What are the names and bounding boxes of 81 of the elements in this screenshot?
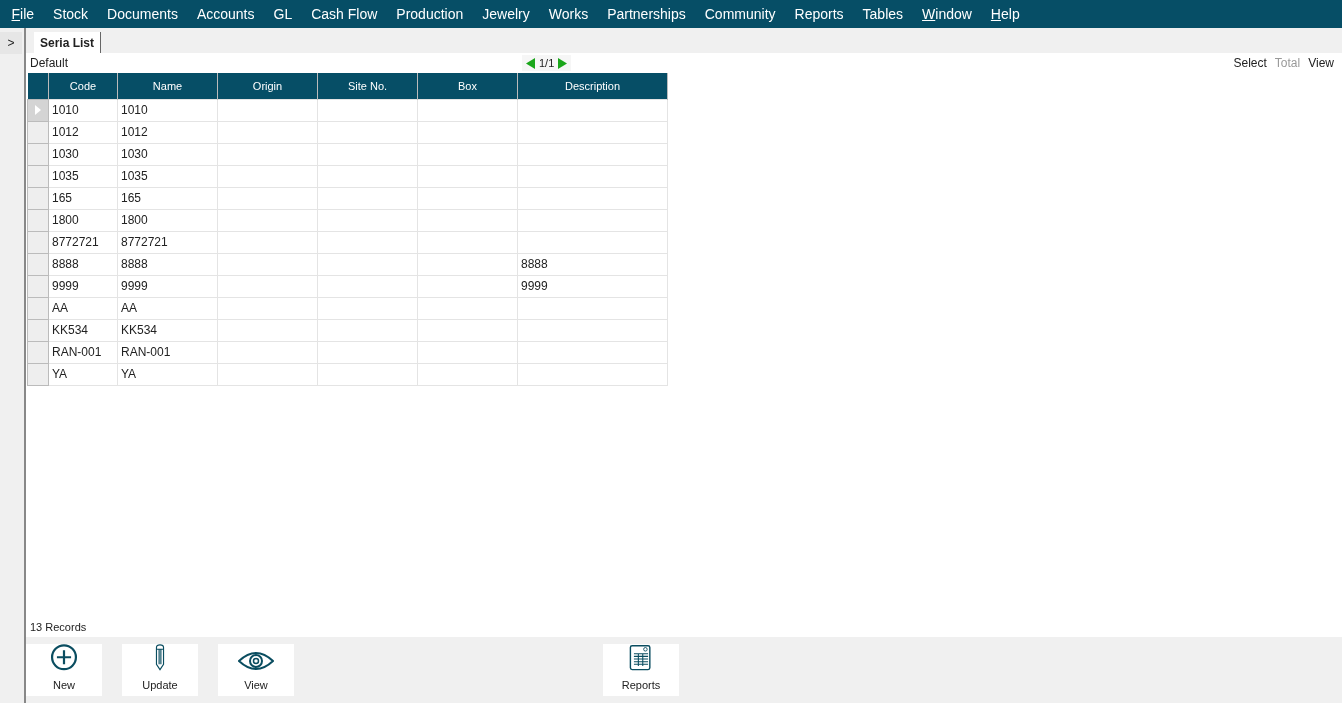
- menu-item[interactable]: Community: [695, 3, 786, 25]
- row-pointer-icon: [35, 105, 41, 115]
- menu-item[interactable]: Reports: [785, 3, 854, 25]
- view-action-link[interactable]: View: [1304, 54, 1338, 72]
- table-cell: 8772721: [52, 235, 99, 249]
- row-header[interactable]: [27, 143, 49, 165]
- menu-item[interactable]: Cash Flow: [301, 3, 387, 25]
- row-header[interactable]: [27, 209, 49, 231]
- row-header[interactable]: [27, 99, 49, 121]
- table-cell: 1030: [121, 147, 148, 161]
- menu-item[interactable]: Works: [539, 3, 598, 25]
- table-cell: 8888: [121, 257, 148, 271]
- row-header[interactable]: [27, 275, 49, 297]
- table-cell: 165: [121, 191, 142, 205]
- previous-icon[interactable]: [525, 57, 535, 69]
- table-cell: AA: [121, 301, 137, 315]
- tab[interactable]: Seria List: [34, 32, 102, 53]
- table-cell: YA: [52, 367, 68, 381]
- pencil-icon: [154, 644, 166, 671]
- table-cell: 1800: [121, 213, 148, 227]
- table-cell: KK534: [52, 323, 89, 337]
- menu-item[interactable]: Stock: [43, 3, 98, 25]
- column-header[interactable]: Code: [48, 73, 118, 99]
- menu-item[interactable]: Window: [912, 3, 982, 25]
- table-cell: YA: [121, 367, 137, 381]
- table-cell: 9999: [521, 279, 548, 293]
- menu-item[interactable]: Help: [981, 3, 1030, 25]
- plus-circle-icon: [49, 644, 79, 671]
- record-count: 13 Records: [29, 619, 88, 635]
- new-button[interactable]: New: [26, 644, 102, 696]
- page-number: 1/1: [538, 55, 555, 71]
- table-cell: RAN-001: [52, 345, 102, 359]
- eye-icon: [238, 650, 274, 671]
- view-button[interactable]: View: [218, 644, 294, 696]
- table-cell: 1012: [52, 125, 79, 139]
- update-button[interactable]: Update: [122, 644, 198, 696]
- reports-button[interactable]: Reports: [603, 644, 679, 696]
- menu-item[interactable]: Jewelry: [472, 3, 540, 25]
- row-header[interactable]: [27, 297, 49, 319]
- menu-item[interactable]: Accounts: [187, 3, 264, 25]
- view-action-link[interactable]: Select: [1229, 54, 1271, 72]
- menu-item[interactable]: Documents: [97, 3, 188, 25]
- menu-item[interactable]: Production: [386, 3, 473, 25]
- column-header[interactable]: Origin: [217, 73, 318, 99]
- column-header[interactable]: Description: [517, 73, 668, 99]
- column-header[interactable]: Box: [417, 73, 518, 99]
- view-name: Default: [30, 55, 69, 72]
- table-cell: RAN-001: [121, 345, 171, 359]
- table-cell: AA: [52, 301, 68, 315]
- next-icon[interactable]: [558, 57, 568, 69]
- report-document-icon: [628, 644, 654, 671]
- menu-item[interactable]: Partnerships: [597, 3, 696, 25]
- table-cell: 1035: [52, 169, 79, 183]
- table-cell: 1030: [52, 147, 79, 161]
- table-cell: 1012: [121, 125, 148, 139]
- table-cell: 1010: [52, 103, 79, 117]
- row-header[interactable]: [27, 363, 49, 385]
- menu-item[interactable]: Tables: [853, 3, 913, 25]
- table-cell: 1035: [121, 169, 148, 183]
- row-header[interactable]: [27, 341, 49, 363]
- table-cell: 9999: [52, 279, 79, 293]
- column-header[interactable]: Name: [117, 73, 218, 99]
- row-header[interactable]: [27, 187, 49, 209]
- row-header[interactable]: [27, 165, 49, 187]
- table-cell: 9999: [121, 279, 148, 293]
- menu-item[interactable]: GL: [264, 3, 302, 25]
- row-header[interactable]: [27, 319, 49, 341]
- menu-item[interactable]: File: [2, 3, 44, 25]
- table-cell: 8772721: [121, 235, 168, 249]
- row-header[interactable]: [27, 121, 49, 143]
- row-header[interactable]: [27, 231, 49, 253]
- table-cell: KK534: [121, 323, 158, 337]
- row-header[interactable]: [27, 253, 49, 275]
- table-cell: 1800: [52, 213, 79, 227]
- row-header-corner: [27, 73, 49, 99]
- table-cell: 8888: [521, 257, 548, 271]
- column-header[interactable]: Site No.: [317, 73, 418, 99]
- table-cell: 1010: [121, 103, 148, 117]
- table-cell: 165: [52, 191, 73, 205]
- table-cell: 8888: [52, 257, 79, 271]
- sidebar-toggle-button[interactable]: >: [0, 32, 22, 54]
